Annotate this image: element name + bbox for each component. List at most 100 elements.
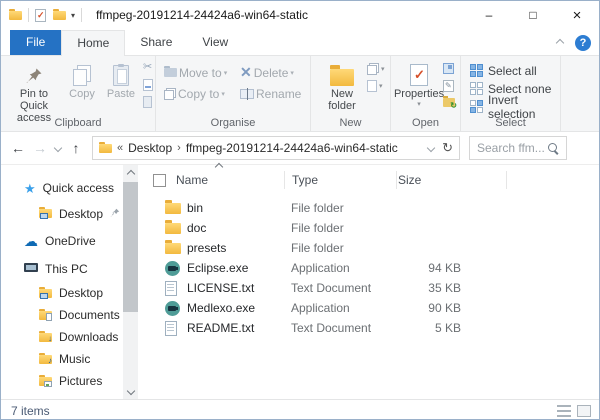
- breadcrumb-collapse[interactable]: «: [117, 142, 123, 154]
- sidebar-item-pictures[interactable]: Pictures: [1, 370, 138, 392]
- details-view-icon[interactable]: [557, 404, 571, 417]
- paste-shortcut-icon: [143, 95, 152, 108]
- forward-button[interactable]: →: [29, 140, 51, 156]
- easy-access-button[interactable]: ▾: [367, 62, 385, 75]
- pc-icon: [24, 263, 38, 275]
- breadcrumb[interactable]: « Desktop › ffmpeg-20191214-24424a6-win6…: [92, 136, 460, 160]
- sidebar-item-this-pc[interactable]: This PC: [1, 256, 138, 282]
- new-folder-button[interactable]: New folder: [317, 57, 367, 112]
- rename-button[interactable]: Rename: [240, 87, 314, 101]
- tab-home[interactable]: Home: [61, 30, 126, 56]
- breadcrumb-item-current-folder[interactable]: ffmpeg-20191214-24424a6-win64-static: [186, 141, 398, 155]
- pin-to-quick-access-button[interactable]: Pin to Quick access: [5, 57, 63, 124]
- ribbon: Pin to Quick access Copy Paste ✂ Clipboa…: [1, 56, 599, 132]
- navigation-pane: ★ Quick access Desktop ☁ OneDrive This P…: [1, 165, 138, 399]
- properties-icon: [410, 62, 428, 86]
- copy-path-button[interactable]: [143, 78, 153, 91]
- scrollbar-thumb[interactable]: [123, 182, 138, 312]
- minimize-ribbon-icon[interactable]: [555, 38, 565, 47]
- qat-customize-caret-icon[interactable]: ▾: [71, 11, 75, 20]
- select-all-icon: [470, 64, 483, 77]
- rename-icon: [240, 87, 254, 100]
- close-button[interactable]: ×: [555, 1, 599, 29]
- new-folder-icon: [330, 62, 354, 86]
- qat-properties-icon[interactable]: [35, 8, 46, 22]
- tab-view[interactable]: View: [187, 30, 243, 55]
- pin-icon: [24, 62, 44, 86]
- move-to-icon: [164, 66, 177, 77]
- minimize-button[interactable]: –: [467, 1, 511, 29]
- sidebar-item-desktop-pinned[interactable]: Desktop: [1, 201, 138, 226]
- folder-icon: [165, 219, 181, 234]
- file-row-doc[interactable]: doc File folder: [138, 218, 599, 238]
- breadcrumb-item-desktop[interactable]: Desktop: [128, 141, 172, 155]
- delete-button[interactable]: ✕ Delete ▾: [240, 65, 314, 80]
- title-bar: ▾ ffmpeg-20191214-24424a6-win64-static –…: [1, 1, 599, 29]
- move-to-button[interactable]: Move to ▾: [164, 66, 240, 80]
- main-content: ★ Quick access Desktop ☁ OneDrive This P…: [1, 162, 599, 399]
- scroll-up-icon[interactable]: [123, 166, 138, 181]
- help-icon[interactable]: ?: [575, 34, 591, 51]
- column-resize-handle[interactable]: [506, 171, 507, 189]
- sidebar-scrollbar[interactable]: [123, 165, 138, 399]
- column-header-type[interactable]: Type: [286, 173, 392, 187]
- properties-button[interactable]: Properties ▾: [394, 57, 444, 109]
- edit-button[interactable]: [443, 79, 455, 92]
- file-row-license-txt[interactable]: LICENSE.txt Text Document 35 KB: [138, 278, 599, 298]
- sidebar-item-music[interactable]: ♪ Music: [1, 348, 138, 370]
- breadcrumb-separator[interactable]: ›: [177, 142, 181, 154]
- file-row-bin[interactable]: bin File folder: [138, 198, 599, 218]
- group-label-organise: Organise: [210, 117, 256, 129]
- qat-new-folder-icon[interactable]: [53, 8, 66, 20]
- refresh-icon[interactable]: ↻: [442, 140, 453, 156]
- application-icon: [165, 300, 180, 316]
- column-resize-handle[interactable]: [284, 171, 285, 189]
- search-icon[interactable]: [548, 143, 560, 155]
- select-all-button[interactable]: Select all: [470, 63, 560, 78]
- search-box: [469, 136, 567, 160]
- large-icons-view-icon[interactable]: [577, 404, 591, 417]
- copy-path-icon: [143, 78, 153, 91]
- file-row-readme-txt[interactable]: README.txt Text Document 5 KB: [138, 318, 599, 338]
- sidebar-item-onedrive[interactable]: ☁ OneDrive: [1, 228, 138, 254]
- ribbon-group-clipboard: Pin to Quick access Copy Paste ✂ Clipboa…: [1, 56, 156, 131]
- sidebar-item-desktop[interactable]: Desktop: [1, 282, 138, 304]
- group-label-new: New: [339, 117, 362, 129]
- invert-selection-button[interactable]: Invert selection: [470, 93, 560, 121]
- open-button[interactable]: [443, 62, 455, 75]
- back-button[interactable]: ←: [7, 140, 29, 156]
- pin-icon: [110, 207, 120, 221]
- file-row-medlexo-exe[interactable]: Medlexo.exe Application 90 KB: [138, 298, 599, 318]
- copy-to-button[interactable]: Copy to ▾: [164, 87, 240, 101]
- tab-file[interactable]: File: [10, 30, 62, 55]
- new-item-button[interactable]: ▾: [367, 79, 385, 92]
- sidebar-item-downloads[interactable]: ↓ Downloads: [1, 326, 138, 348]
- cut-button[interactable]: ✂: [143, 61, 153, 74]
- up-button[interactable]: ↑: [65, 140, 87, 156]
- tab-share[interactable]: Share: [125, 30, 187, 55]
- copy-button[interactable]: Copy: [63, 57, 101, 124]
- explorer-window: ▾ ffmpeg-20191214-24424a6-win64-static –…: [0, 0, 600, 420]
- select-all-checkbox[interactable]: [153, 173, 166, 187]
- maximize-button[interactable]: □: [511, 1, 555, 29]
- window-title: ffmpeg-20191214-24424a6-win64-static: [96, 8, 308, 22]
- sidebar-item-quick-access[interactable]: ★ Quick access: [1, 175, 138, 201]
- status-bar: 7 items: [1, 399, 599, 419]
- paste-button[interactable]: Paste: [101, 57, 141, 124]
- file-list: Name Type Size bin File folder doc File …: [138, 162, 599, 399]
- sidebar-item-documents[interactable]: Documents: [1, 304, 138, 326]
- address-bar: ← → ↑ « Desktop › ffmpeg-20191214-24424a…: [1, 132, 599, 165]
- column-resize-handle[interactable]: [396, 171, 397, 189]
- recent-locations-button[interactable]: [51, 143, 65, 153]
- ribbon-group-new: New folder ▾ ▾ New: [311, 56, 391, 131]
- file-row-presets[interactable]: presets File folder: [138, 238, 599, 258]
- ribbon-tab-bar: File Home Share View ?: [1, 29, 599, 56]
- file-row-eclipse-exe[interactable]: Eclipse.exe Application 94 KB: [138, 258, 599, 278]
- paste-shortcut-button[interactable]: [143, 95, 153, 108]
- history-button[interactable]: [443, 96, 457, 110]
- copy-icon: [73, 62, 91, 86]
- scroll-down-icon[interactable]: [123, 383, 138, 398]
- column-header-name[interactable]: Name: [176, 162, 286, 187]
- copy-to-icon: [164, 87, 176, 100]
- address-dropdown-icon[interactable]: [426, 143, 436, 153]
